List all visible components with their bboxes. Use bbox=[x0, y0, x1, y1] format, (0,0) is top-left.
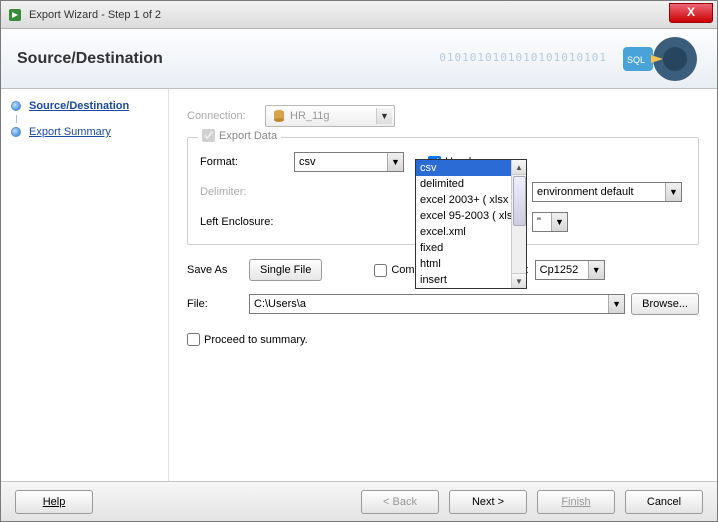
chevron-down-icon: ▼ bbox=[551, 213, 567, 231]
compressed-checkbox[interactable] bbox=[374, 264, 387, 277]
format-option[interactable]: insert bbox=[416, 272, 526, 288]
wizard-steps-sidebar: Source/Destination Export Summary bbox=[1, 89, 169, 481]
export-data-legend-label: Export Data bbox=[219, 130, 277, 142]
format-select[interactable]: csv ▼ bbox=[294, 152, 404, 172]
browse-button[interactable]: Browse... bbox=[631, 293, 699, 315]
wizard-footer: Help < Back Next > Finish Cancel bbox=[1, 481, 717, 521]
format-option[interactable]: fixed bbox=[416, 240, 526, 256]
save-as-label: Save As bbox=[187, 264, 243, 276]
step-bullet-icon bbox=[11, 101, 21, 111]
sidebar-item-label: Export Summary bbox=[29, 126, 111, 138]
close-button[interactable]: X bbox=[669, 3, 713, 23]
delimiter-label: Delimiter: bbox=[200, 186, 278, 198]
file-path-input[interactable]: C:\Users\a ▼ bbox=[249, 294, 625, 314]
database-icon bbox=[272, 109, 286, 123]
format-option[interactable]: excel 95-2003 ( xls) bbox=[416, 208, 526, 224]
line-terminator-select[interactable]: environment default ▼ bbox=[532, 182, 682, 202]
header-graphic-icon: SQL bbox=[613, 33, 703, 85]
proceed-to-summary-checkbox[interactable] bbox=[187, 333, 200, 346]
file-label: File: bbox=[187, 298, 243, 310]
dropdown-scrollbar[interactable]: ▲ ▼ bbox=[511, 160, 526, 288]
format-option[interactable]: csv bbox=[416, 160, 526, 176]
main-area: Source/Destination Export Summary Connec… bbox=[1, 89, 717, 481]
format-value: csv bbox=[299, 156, 316, 168]
finish-button[interactable]: Finish bbox=[537, 490, 615, 514]
next-button[interactable]: Next > bbox=[449, 490, 527, 514]
right-enclosure-select[interactable]: " ▼ bbox=[532, 212, 568, 232]
export-data-legend: Export Data bbox=[198, 129, 281, 142]
format-option[interactable]: html bbox=[416, 256, 526, 272]
format-option[interactable]: delimited bbox=[416, 176, 526, 192]
scroll-up-icon[interactable]: ▲ bbox=[512, 160, 526, 175]
step-bullet-icon bbox=[11, 127, 21, 137]
step-connector bbox=[16, 115, 17, 123]
right-enclosure-value: " bbox=[537, 216, 541, 228]
back-button[interactable]: < Back bbox=[361, 490, 439, 514]
titlebar: Export Wizard - Step 1 of 2 X bbox=[1, 1, 717, 29]
format-label: Format: bbox=[200, 156, 278, 168]
file-path-value: C:\Users\a bbox=[254, 298, 306, 310]
scroll-down-icon[interactable]: ▼ bbox=[512, 273, 526, 288]
chevron-down-icon: ▼ bbox=[387, 153, 403, 171]
chevron-down-icon: ▼ bbox=[665, 183, 681, 201]
header-band: Source/Destination 010101010101010101010… bbox=[1, 29, 717, 89]
save-as-select[interactable]: Single File bbox=[249, 259, 322, 281]
window-title: Export Wizard - Step 1 of 2 bbox=[29, 9, 161, 21]
help-button[interactable]: Help bbox=[15, 490, 93, 514]
header-decor-binary: 0101010101010101010101 bbox=[439, 51, 607, 64]
connection-value: HR_11g bbox=[290, 110, 330, 122]
format-option[interactable]: excel 2003+ ( xlsx ) bbox=[416, 192, 526, 208]
left-enclosure-label: Left Enclosure: bbox=[200, 216, 278, 228]
connection-select[interactable]: HR_11g ▼ bbox=[265, 105, 395, 127]
svg-text:SQL: SQL bbox=[627, 55, 645, 65]
line-terminator-value: environment default bbox=[537, 186, 634, 198]
content-panel: Connection: HR_11g ▼ Export Data bbox=[169, 89, 717, 481]
chevron-down-icon: ▼ bbox=[376, 108, 392, 124]
chevron-down-icon: ▼ bbox=[588, 261, 604, 279]
sidebar-item-source-destination[interactable]: Source/Destination bbox=[1, 97, 168, 115]
sidebar-item-label: Source/Destination bbox=[29, 100, 129, 112]
app-icon bbox=[7, 7, 23, 23]
encoding-select[interactable]: Cp1252 ▼ bbox=[535, 260, 605, 280]
scroll-thumb[interactable] bbox=[513, 176, 526, 226]
sidebar-item-export-summary[interactable]: Export Summary bbox=[1, 123, 168, 141]
format-option[interactable]: excel.xml bbox=[416, 224, 526, 240]
format-dropdown-listbox[interactable]: csv delimited excel 2003+ ( xlsx ) excel… bbox=[415, 159, 527, 289]
export-data-checkbox[interactable] bbox=[202, 129, 215, 142]
encoding-value: Cp1252 bbox=[540, 264, 579, 276]
page-title: Source/Destination bbox=[17, 50, 163, 68]
connection-label: Connection: bbox=[187, 110, 265, 122]
cancel-button[interactable]: Cancel bbox=[625, 490, 703, 514]
proceed-to-summary-label: Proceed to summary. bbox=[204, 334, 308, 346]
chevron-down-icon: ▼ bbox=[608, 295, 624, 313]
